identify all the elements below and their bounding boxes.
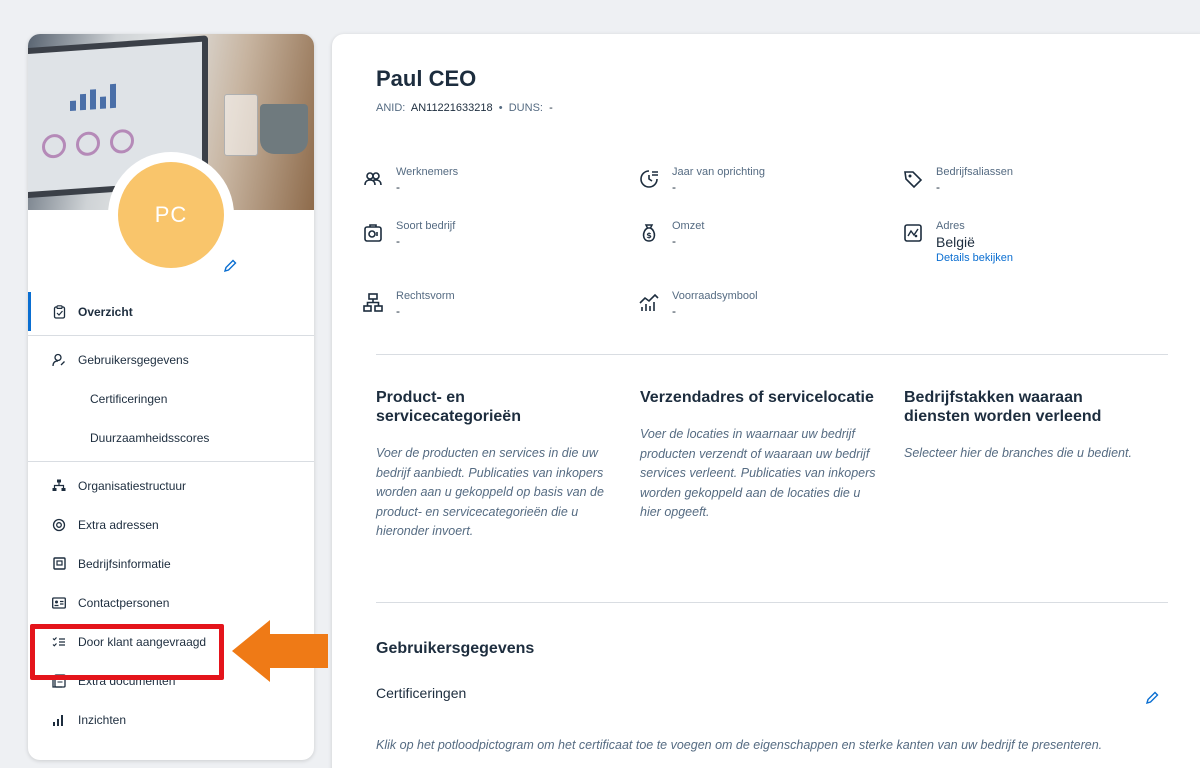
tag-icon [904,171,923,189]
certificeringen-subtitle: Certificeringen [376,685,467,701]
people-icon [364,172,382,186]
fact-value: - [672,304,676,318]
fact-bedrijfsaliassen: Bedrijfsaliassen - [902,166,1013,194]
fact-omzet: $ Omzet - [638,220,704,248]
orange-arrow-icon [232,620,328,682]
fact-label: Jaar van oprichting [672,166,765,178]
fact-value: - [936,180,940,194]
sidebar-item-label: Extra adressen [78,517,159,532]
industries-section[interactable]: Bedrijfstakken waaraan diensten worden v… [904,388,1140,464]
fact-value: - [396,234,400,248]
fact-label: Omzet [672,220,705,232]
sidebar-item-label: Organisatiestructuur [78,478,187,493]
sidebar-item-inzichten[interactable]: Inzichten [28,700,314,739]
fact-value: België [936,234,975,250]
highlight-box [30,624,224,680]
sidebar-item-label: Overzicht [78,304,133,319]
section-title: Gebruikersgegevens [376,640,535,657]
calendar-clock-icon [640,170,658,188]
bar-chart-icon [50,712,68,728]
sidebar-item-extra-adressen[interactable]: Extra adressen [28,505,314,544]
fact-label: Adres [936,220,965,232]
company-type-icon [364,224,382,242]
fact-label: Rechtsvorm [396,290,455,302]
sidebar-item-label: Bedrijfsinformatie [78,556,171,571]
separator: • [498,102,503,114]
sidebar-item-organisatiestructuur[interactable]: Organisatiestructuur [28,466,314,505]
fact-label: Werknemers [396,166,459,178]
svg-text:$: $ [646,231,652,240]
anid-value: AN11221633218 [410,102,493,114]
section-heading: Product- en servicecategorieën [376,389,521,425]
fact-value: - [396,304,400,318]
divider [376,602,1168,603]
sidebar-item-label: Gebruikersgegevens [78,352,189,367]
sidebar-item-contactpersonen[interactable]: Contactpersonen [28,583,314,622]
duns-value: - [549,102,553,114]
fact-jaar-van-oprichting: Jaar van oprichting - [638,166,765,194]
section-heading: Bedrijfstakken waaraan diensten worden v… [904,389,1102,425]
fact-label: Soort bedrijf [396,220,456,232]
duns-label: DUNS: [508,102,543,114]
fact-value: - [672,180,676,194]
company-ids: ANID: AN11221633218 • DUNS: - [376,102,553,114]
sidebar-item-bedrijfsinformatie[interactable]: Bedrijfsinformatie [28,544,314,583]
shipping-location-section[interactable]: Verzendadres of servicelocatie Voer de l… [640,388,876,523]
fact-soort-bedrijf: Soort bedrijf - [362,220,455,248]
fact-value: - [672,234,676,248]
sidebar-item-label: Duurzaamheidsscores [90,430,210,445]
location-icon [50,517,68,533]
edit-avatar-pencil-icon[interactable] [222,258,238,274]
divider [376,354,1168,355]
edit-certificates-pencil-icon[interactable] [1144,690,1160,706]
fact-werknemers: Werknemers - [362,166,458,194]
fact-label: Voorraadsymbool [672,290,758,302]
main-panel: Paul CEO ANID: AN11221633218 • DUNS: - W… [332,34,1200,768]
section-description: Voer de locaties in waarnaar uw bedrijf … [640,427,876,519]
money-bag-icon: $ [642,224,656,242]
avatar: PC [118,162,224,268]
certificeringen-hint: Klik op het potloodpictogram om het cert… [376,738,1103,752]
fact-rechtsvorm: Rechtsvorm - [362,290,455,318]
sidebar-item-gebruikersgegevens[interactable]: Gebruikersgegevens [28,340,314,379]
section-heading: Verzendadres of servicelocatie [640,389,874,406]
user-icon [50,352,68,368]
sidebar-item-certificeringen[interactable]: Certificeringen [28,379,314,418]
page-title: Paul CEO [376,66,477,91]
hierarchy-icon [363,293,383,312]
fact-label: Bedrijfsaliassen [936,166,1014,178]
sidebar-item-duurzaamheidsscores[interactable]: Duurzaamheidsscores [28,418,314,457]
sidebar-item-label: Certificeringen [90,391,168,406]
fact-adres: Adres België Details bekijken [902,220,1013,264]
sidebar-item-overzicht[interactable]: Overzicht [28,292,314,331]
fact-voorraadsymbool: Voorraadsymbool - [638,290,758,318]
stock-chart-icon [639,293,659,311]
map-icon [904,224,922,242]
org-chart-icon [50,478,68,494]
details-link[interactable]: Details bekijken [936,252,1013,264]
product-categories-section[interactable]: Product- en servicecategorieën Voer de p… [376,388,612,542]
anid-label: ANID: [376,102,406,114]
contact-card-icon [50,595,68,611]
clipboard-icon [50,304,68,320]
section-description: Voer de producten en services in die uw … [376,446,604,538]
section-description: Selecteer hier de branches die u bedient… [904,446,1132,460]
building-icon [50,556,68,572]
fact-value: - [396,180,400,194]
sidebar-item-label: Contactpersonen [78,595,170,610]
sidebar-item-label: Inzichten [78,712,127,727]
